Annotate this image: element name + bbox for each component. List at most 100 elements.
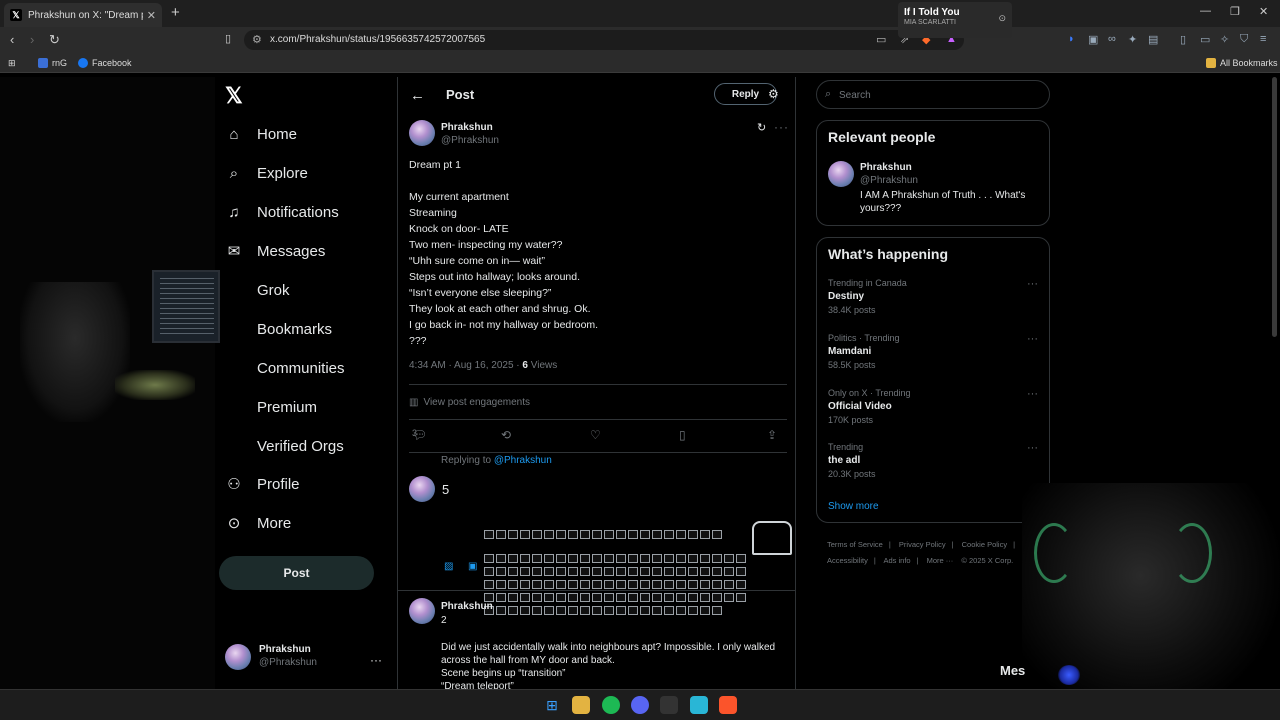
avatar[interactable]: [409, 120, 435, 146]
keyboard-key: [544, 580, 554, 589]
apps-grid-icon[interactable]: ⊞: [8, 58, 16, 69]
trend-topic: Official Video: [828, 401, 892, 412]
footer-more[interactable]: More ···: [927, 556, 954, 565]
keyboard-key: [592, 606, 602, 615]
sidebar-icon[interactable]: ▯: [1180, 33, 1186, 46]
author-name[interactable]: Phrakshun: [441, 122, 499, 133]
post-button[interactable]: Post: [219, 556, 374, 590]
trend-item[interactable]: Trending in Canada Destiny 38.4K posts: [828, 278, 907, 315]
nav-verified-orgs[interactable]: Verified Orgs: [225, 437, 344, 455]
reply-author-name[interactable]: Phrakshun: [441, 601, 493, 612]
like-icon[interactable]: ♡: [590, 428, 601, 442]
nav-grok[interactable]: Grok: [225, 281, 290, 299]
post-more-icon[interactable]: ···: [774, 120, 789, 134]
reply-input[interactable]: 5: [442, 482, 449, 497]
show-more-link[interactable]: Show more: [828, 501, 879, 512]
share-icon[interactable]: ⇪: [767, 428, 777, 442]
whats-happening-box: What’s happening Trending in Canada Dest…: [816, 237, 1050, 523]
account-more-icon[interactable]: ···: [370, 653, 382, 667]
person-name[interactable]: Phrakshun: [860, 162, 1035, 173]
footer-link[interactable]: Accessibility: [827, 556, 868, 565]
spotify-icon[interactable]: [602, 696, 620, 714]
footer-link[interactable]: Cookie Policy: [962, 540, 1007, 549]
trend-item[interactable]: Trending the adl 20.3K posts: [828, 442, 876, 479]
trend-item[interactable]: Only on X · Trending Official Video 170K…: [828, 388, 911, 425]
url-field[interactable]: x.com/Phrakshun/status/19566357425720075…: [244, 30, 964, 50]
new-tab-icon[interactable]: +: [171, 4, 180, 21]
bookmark-item[interactable]: rnG: [38, 58, 67, 68]
nav-bookmarks[interactable]: Bookmarks: [225, 320, 332, 338]
media-settings-icon[interactable]: ⊙: [998, 13, 1006, 24]
relevant-person[interactable]: Phrakshun @Phrakshun I AM A Phrakshun of…: [828, 161, 1035, 215]
nav-messages[interactable]: ✉ Messages: [225, 242, 326, 261]
reply-settings-icon[interactable]: ⚙: [768, 87, 779, 101]
trend-more-icon[interactable]: ···: [1027, 442, 1038, 454]
reply-item[interactable]: Phrakshun 2 Did we just accidentally wal…: [409, 598, 775, 689]
x-logo-icon[interactable]: 𝕏: [225, 83, 243, 109]
extension-icon[interactable]: ▣: [1088, 33, 1098, 46]
minimize-icon[interactable]: —: [1200, 5, 1211, 17]
footer-link[interactable]: Terms of Service: [827, 540, 883, 549]
wallet-icon[interactable]: ▭: [1200, 33, 1210, 46]
view-engagements-link[interactable]: ▥ View post engagements: [409, 397, 530, 408]
vpn-icon[interactable]: ⛉: [1240, 33, 1248, 46]
bookmark-icon[interactable]: ▯: [679, 428, 686, 442]
nav-explore[interactable]: ⌕ Explore: [225, 164, 308, 182]
install-app-icon[interactable]: ▭: [876, 33, 886, 46]
nav-more[interactable]: ⊙ More: [225, 514, 291, 533]
extension-icon[interactable]: ◗: [1068, 33, 1075, 45]
maximize-icon[interactable]: ❐: [1230, 5, 1240, 18]
post-timestamp[interactable]: 4:34 AM · Aug 16, 2025 ·: [409, 360, 522, 371]
file-explorer-icon[interactable]: [572, 696, 590, 714]
extensions-puzzle-icon[interactable]: ✦: [1128, 33, 1137, 46]
avatar[interactable]: [409, 598, 435, 624]
trend-item[interactable]: Politics · Trending Mamdani 58.5K posts: [828, 333, 900, 370]
avatar[interactable]: [828, 161, 854, 187]
trend-more-icon[interactable]: ···: [1027, 333, 1038, 345]
replying-handle[interactable]: @Phrakshun: [494, 455, 552, 466]
post-author[interactable]: Phrakshun @Phrakshun: [409, 120, 499, 146]
app-icon[interactable]: [660, 696, 678, 714]
all-bookmarks[interactable]: All Bookmarks: [1206, 58, 1278, 68]
extension-icon[interactable]: ▤: [1148, 33, 1158, 46]
trend-more-icon[interactable]: ···: [1027, 278, 1038, 290]
keyboard-key: [496, 567, 506, 576]
gif-icon[interactable]: ▣: [468, 561, 477, 572]
trend-more-icon[interactable]: ···: [1027, 388, 1038, 400]
nav-premium[interactable]: Premium: [225, 398, 317, 416]
back-icon[interactable]: ‹: [10, 32, 14, 47]
footer-link[interactable]: Ads info: [883, 556, 910, 565]
messages-drawer-label[interactable]: Mes: [1000, 663, 1025, 678]
forward-icon[interactable]: ›: [30, 32, 34, 47]
nav-communities[interactable]: Communities: [225, 359, 345, 377]
bookmark-page-icon[interactable]: ▯: [225, 32, 231, 45]
back-arrow-icon[interactable]: ←: [410, 87, 425, 104]
app-icon[interactable]: [690, 696, 708, 714]
footer-links: Terms of Service | Privacy Policy | Cookie…: [827, 537, 1027, 569]
menu-icon[interactable]: ≡: [1260, 33, 1266, 45]
grok-explain-icon[interactable]: ↻: [757, 121, 766, 134]
nav-home[interactable]: ⌂ Home: [225, 125, 297, 143]
person-handle[interactable]: @Phrakshun: [860, 175, 1035, 186]
repost-icon[interactable]: ⟲: [501, 428, 511, 442]
discord-icon[interactable]: [631, 696, 649, 714]
media-popup[interactable]: If I Told You MIA SCARLATTI ⊙: [898, 2, 1012, 38]
search-input[interactable]: ⌕ Search: [816, 80, 1050, 109]
bookmark-item[interactable]: Facebook: [78, 58, 132, 68]
close-window-icon[interactable]: ✕: [1259, 5, 1268, 18]
close-tab-icon[interactable]: ✕: [147, 9, 156, 22]
page-scrollbar[interactable]: [1272, 77, 1277, 337]
browser-tab[interactable]: 𝕏 Phrakshun on X: "Dream pt 1 My... ✕: [4, 3, 162, 27]
footer-link[interactable]: Privacy Policy: [899, 540, 946, 549]
brave-browser-icon[interactable]: [719, 696, 737, 714]
account-switcher[interactable]: Phrakshun @Phrakshun: [225, 644, 317, 670]
reload-icon[interactable]: ↻: [49, 32, 60, 48]
site-info-icon[interactable]: ⚙: [252, 33, 262, 46]
extension-icon[interactable]: ∞: [1108, 33, 1116, 45]
nav-profile[interactable]: ⚇ Profile: [225, 475, 299, 494]
image-icon[interactable]: ▨: [444, 561, 453, 572]
leo-ai-icon[interactable]: ✧: [1220, 33, 1229, 46]
nav-notifications[interactable]: ♫ Notifications: [225, 203, 338, 221]
author-handle[interactable]: @Phrakshun: [441, 135, 499, 146]
windows-start-icon[interactable]: ⊞: [543, 696, 561, 714]
